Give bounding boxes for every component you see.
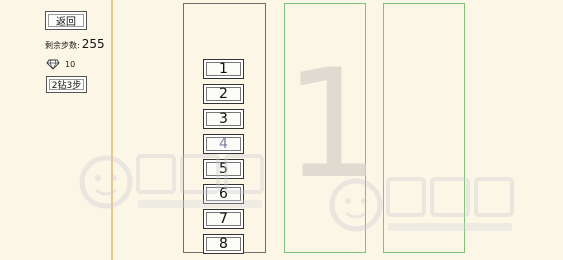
hint-button[interactable]: 2钻3步 [46,76,87,93]
back-button[interactable]: 返回 [45,11,87,30]
tile-7[interactable]: 7 [203,209,244,229]
steps-label: 剩余步数: [45,41,80,50]
tile-3[interactable]: 3 [203,109,244,129]
diamond-icon [46,55,60,74]
gem-count-row: 10 [46,55,75,74]
tile-5[interactable]: 5 [203,159,244,179]
tile-1[interactable]: 1 [203,59,244,79]
tile-6[interactable]: 6 [203,184,244,204]
panel-divider [111,0,113,260]
tile-2[interactable]: 2 [203,84,244,104]
tile-8[interactable]: 8 [203,234,244,254]
gem-count: 10 [65,60,76,69]
steps-value: 255 [81,37,105,51]
tile-4[interactable]: 4 [203,134,244,154]
move-count-display: 1 [284,38,380,212]
steps-remaining: 剩余步数: 255 [45,37,105,51]
column-3[interactable] [383,3,465,253]
